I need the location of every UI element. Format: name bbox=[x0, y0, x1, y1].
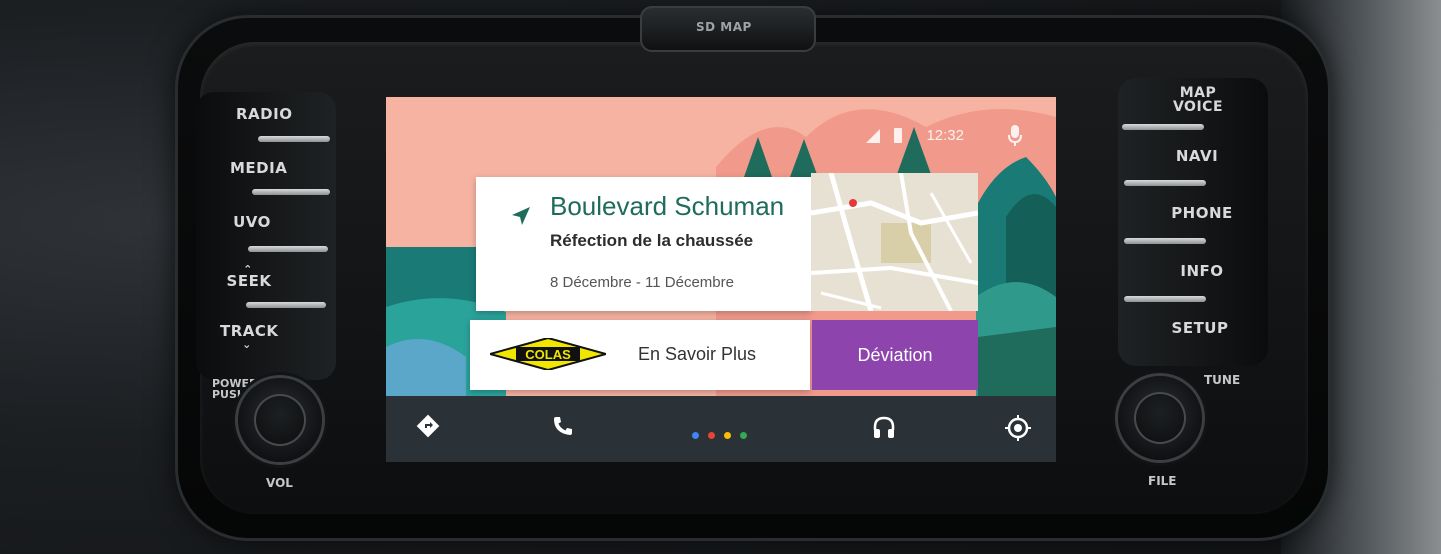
map-voice-button[interactable]: MAP VOICE bbox=[1168, 86, 1228, 114]
work-description: Réfection de la chaussée bbox=[550, 231, 754, 250]
info-button[interactable]: INFO bbox=[1180, 264, 1224, 279]
page-indicator bbox=[692, 426, 756, 444]
media-button[interactable]: MEDIA bbox=[230, 161, 287, 176]
action-card: COLAS En Savoir Plus bbox=[470, 320, 810, 390]
learn-more-button[interactable]: En Savoir Plus bbox=[638, 344, 756, 365]
map-voice-button-bar bbox=[1122, 124, 1204, 130]
uvo-button-bar bbox=[248, 246, 328, 252]
date-range: 8 Décembre - 11 Décembre bbox=[550, 274, 734, 291]
home-icon[interactable] bbox=[1004, 414, 1032, 442]
colas-logo: COLAS bbox=[490, 338, 606, 370]
clock: 12:32 bbox=[926, 127, 964, 144]
map-pin-icon bbox=[849, 199, 857, 207]
phone-button[interactable]: PHONE bbox=[1170, 206, 1234, 221]
navi-button-bar bbox=[1124, 180, 1206, 186]
radio-button[interactable]: RADIO bbox=[236, 107, 292, 122]
page-dot bbox=[692, 432, 699, 439]
volume-knob[interactable] bbox=[238, 378, 322, 462]
phone-button-bar bbox=[1124, 238, 1206, 244]
sd-slot-label: SD MAP bbox=[696, 20, 752, 34]
tune-knob[interactable] bbox=[1118, 376, 1202, 460]
seek-button-bar bbox=[246, 302, 326, 308]
info-button-bar bbox=[1124, 296, 1206, 302]
signal-battery-icon bbox=[866, 128, 902, 143]
radio-button-bar bbox=[258, 136, 330, 142]
uvo-button[interactable]: UVO bbox=[232, 215, 272, 230]
detour-button[interactable]: Déviation bbox=[812, 320, 978, 390]
page-dot bbox=[740, 432, 747, 439]
navigation-icon[interactable] bbox=[416, 414, 440, 438]
navigation-arrow-icon bbox=[512, 207, 530, 225]
navi-button[interactable]: NAVI bbox=[1172, 149, 1222, 164]
svg-text:COLAS: COLAS bbox=[525, 347, 571, 362]
setup-button[interactable]: SETUP bbox=[1170, 321, 1230, 336]
microphone-icon[interactable] bbox=[1008, 125, 1022, 147]
vol-label: VOL bbox=[266, 476, 293, 490]
media-button-bar bbox=[252, 189, 330, 195]
tune-label: TUNE bbox=[1204, 373, 1241, 387]
page-dot bbox=[708, 432, 715, 439]
seek-button[interactable]: SEEK bbox=[226, 274, 272, 289]
headphones-icon[interactable] bbox=[871, 414, 897, 440]
street-name: Boulevard Schuman bbox=[550, 191, 785, 221]
map-thumbnail[interactable] bbox=[811, 173, 978, 311]
phone-icon[interactable] bbox=[551, 414, 575, 438]
track-down-icon: ⌄ bbox=[242, 338, 252, 351]
app-bar bbox=[386, 396, 1056, 462]
map-image bbox=[811, 173, 978, 311]
roadwork-notification-card[interactable]: Boulevard Schuman Réfection de la chauss… bbox=[476, 177, 811, 311]
android-auto-screen: 12:32 Boulevard Schuman Réfection de la … bbox=[386, 97, 1056, 462]
page-dot bbox=[724, 432, 731, 439]
file-label: FILE bbox=[1148, 474, 1177, 488]
